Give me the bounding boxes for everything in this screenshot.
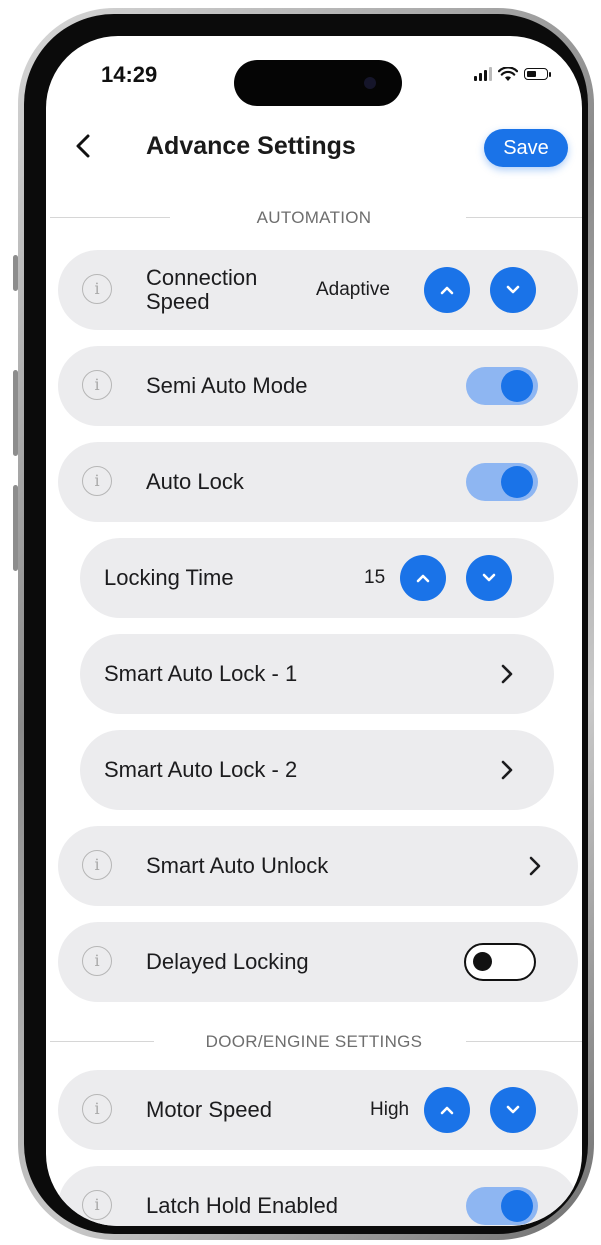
info-icon[interactable]: i (82, 850, 112, 880)
chevron-right-icon (520, 850, 550, 882)
auto-lock-toggle[interactable] (466, 463, 538, 501)
status-time: 14:29 (101, 62, 158, 87)
status-icons (474, 64, 551, 84)
section-header-door-engine: DOOR/ENGINE SETTINGS (46, 1028, 582, 1056)
increase-button[interactable] (424, 1087, 470, 1133)
side-button-action (13, 255, 18, 291)
info-icon[interactable]: i (82, 1094, 112, 1124)
semi-auto-mode-toggle[interactable] (466, 367, 538, 405)
info-icon[interactable]: i (82, 466, 112, 496)
delayed-locking-toggle[interactable] (464, 943, 536, 981)
row-auto-lock: i Auto Lock (58, 442, 578, 522)
row-label: Smart Auto Lock - 1 (104, 661, 298, 686)
row-semi-auto-mode: i Semi Auto Mode (58, 346, 578, 426)
chevron-right-icon (492, 754, 522, 786)
row-label: Latch Hold Enabled (146, 1193, 339, 1218)
latch-hold-toggle[interactable] (466, 1187, 538, 1225)
decrease-button[interactable] (490, 267, 536, 313)
row-locking-time: Locking Time 15 (80, 538, 554, 618)
increase-button[interactable] (400, 555, 446, 601)
chevron-down-icon (482, 573, 496, 582)
camera-icon (364, 77, 376, 89)
info-icon[interactable]: i (82, 1190, 112, 1220)
save-button[interactable]: Save (484, 129, 568, 167)
info-icon[interactable]: i (82, 274, 112, 304)
row-label: Smart Auto Lock - 2 (104, 757, 298, 782)
row-label: Locking Time (104, 565, 234, 590)
row-smart-auto-unlock[interactable]: i Smart Auto Unlock (58, 826, 578, 906)
row-motor-speed: i Motor Speed High (58, 1070, 578, 1150)
chevron-down-icon (506, 1105, 520, 1114)
row-label: Smart Auto Unlock (146, 853, 329, 878)
row-delayed-locking: i Delayed Locking (58, 922, 578, 1002)
increase-button[interactable] (424, 267, 470, 313)
chevron-up-icon (440, 286, 454, 295)
wifi-icon (498, 66, 518, 81)
row-smart-auto-lock-2[interactable]: Smart Auto Lock - 2 (80, 730, 554, 810)
row-value: 15 (364, 567, 386, 588)
dynamic-island (234, 60, 402, 106)
app-screen: 14:29 Advance Settings Save AUTOMATION i… (46, 36, 582, 1226)
chevron-left-icon (76, 134, 90, 158)
decrease-button[interactable] (490, 1087, 536, 1133)
cellular-signal-icon (474, 67, 492, 81)
section-title: AUTOMATION (256, 208, 372, 227)
battery-icon (524, 68, 551, 80)
side-button-volume-down (13, 485, 18, 571)
row-label: Motor Speed (146, 1097, 272, 1122)
decrease-button[interactable] (466, 555, 512, 601)
row-smart-auto-lock-1[interactable]: Smart Auto Lock - 1 (80, 634, 554, 714)
info-icon[interactable]: i (82, 370, 112, 400)
chevron-down-icon (506, 285, 520, 294)
info-icon[interactable]: i (82, 946, 112, 976)
section-title: DOOR/ENGINE SETTINGS (205, 1032, 423, 1051)
side-button-volume-up (13, 370, 18, 456)
row-label: Auto Lock (146, 469, 244, 494)
row-value: High (370, 1099, 410, 1120)
chevron-right-icon (492, 658, 522, 690)
row-connection-speed: i Connection Speed Adaptive (58, 250, 578, 330)
page-title: Advance Settings (146, 132, 356, 160)
section-header-automation: AUTOMATION (46, 204, 582, 232)
chevron-up-icon (416, 574, 430, 583)
row-label: Semi Auto Mode (146, 373, 308, 398)
back-button[interactable] (68, 128, 98, 164)
row-label: Delayed Locking (146, 949, 309, 974)
chevron-up-icon (440, 1106, 454, 1115)
row-label: Connection Speed (146, 265, 258, 314)
row-value: Adaptive (316, 279, 390, 300)
row-latch-hold-enabled: i Latch Hold Enabled (58, 1166, 578, 1226)
